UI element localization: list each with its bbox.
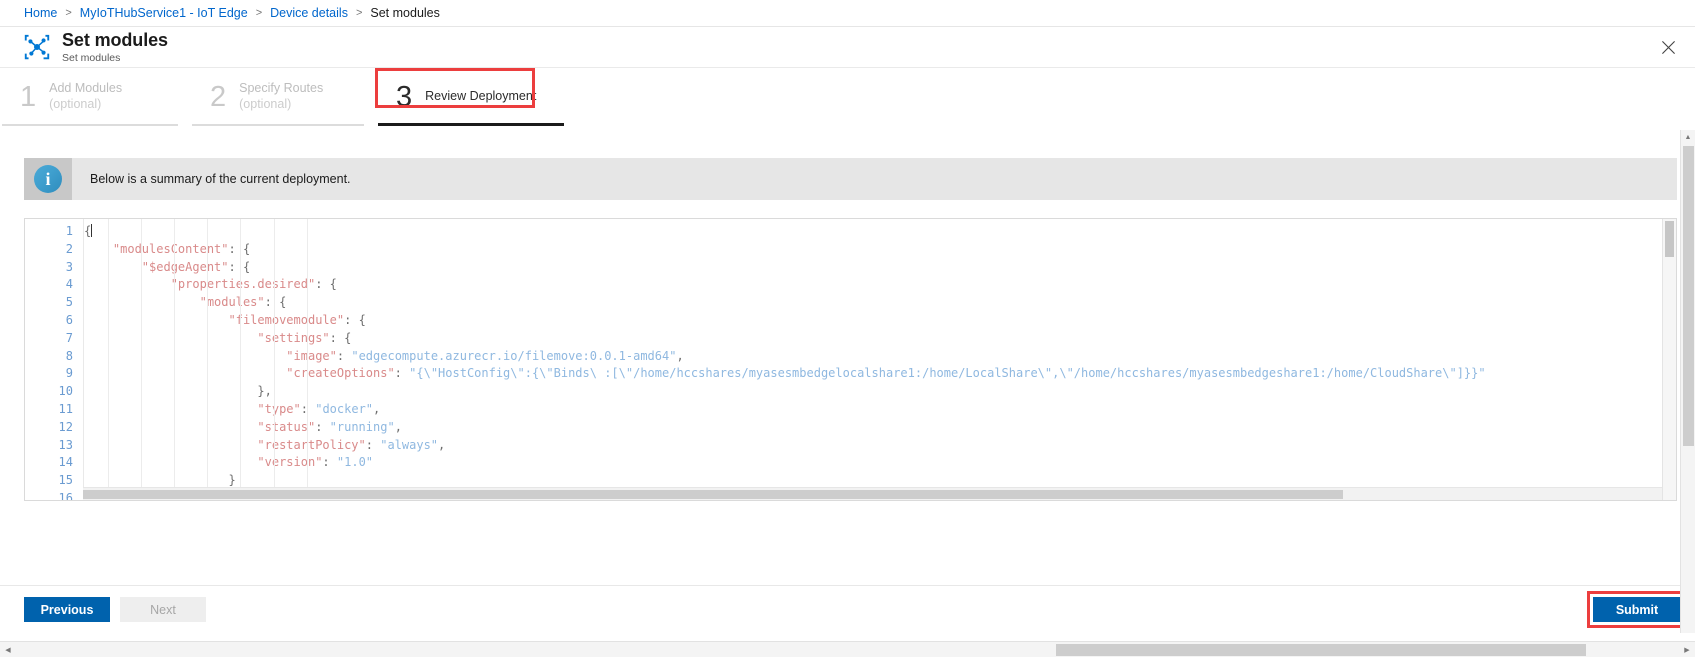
breadcrumb-separator-icon: > <box>65 7 72 19</box>
editor-code-line: }, <box>257 384 272 399</box>
editor-code-line: "image": "edgecompute.azurecr.io/filemov… <box>286 348 684 363</box>
editor-code-line: "modules": { <box>199 295 287 310</box>
editor-line-number: 11 <box>58 401 73 416</box>
editor-line-number: 7 <box>65 330 73 345</box>
editor-code-line: "$edgeAgent": { <box>141 259 251 274</box>
page-title: Set modules <box>62 29 168 50</box>
breadcrumb-item-set-modules: Set modules <box>370 6 440 20</box>
editor-code-line: "filemovemodule": { <box>228 312 366 327</box>
breadcrumb-separator-icon: > <box>355 7 363 19</box>
iot-edge-modules-icon <box>22 32 52 62</box>
editor-line-number: 9 <box>65 366 73 381</box>
wizard-step-label: Review Deployment <box>425 89 537 104</box>
page-subtitle: Set modules <box>62 51 121 64</box>
editor-code-line: "type": "docker", <box>257 401 381 416</box>
info-banner: i Below is a summary of the current depl… <box>24 158 1677 200</box>
scroll-right-icon[interactable]: ▶ <box>1679 646 1695 654</box>
wizard-footer: Previous Next Submit <box>0 585 1695 633</box>
info-banner-message: Below is a summary of the current deploy… <box>90 172 351 186</box>
editor-code-line: "version": "1.0" <box>257 455 374 470</box>
editor-code-line: "properties.desired": { <box>170 277 337 292</box>
editor-code-area[interactable]: { "modulesContent": { "$edgeAgent": { "p… <box>83 219 1676 500</box>
editor-line-number: 3 <box>65 259 73 274</box>
editor-code-line: "settings": { <box>257 330 352 345</box>
editor-line-number: 5 <box>65 295 73 310</box>
editor-line-number: 14 <box>58 455 73 470</box>
breadcrumb-item-home[interactable]: Home <box>24 6 57 20</box>
information-icon-cell: i <box>24 158 72 200</box>
editor-code-line: "status": "running", <box>257 419 402 434</box>
breadcrumb: Home > MyIoTHubService1 - IoT Edge > Dev… <box>0 0 1695 27</box>
editor-line-number: 13 <box>58 437 73 452</box>
editor-code-lines: { "modulesContent": { "$edgeAgent": { "p… <box>84 223 1676 500</box>
breadcrumb-separator-icon: > <box>255 7 263 19</box>
editor-horizontal-scrollbar[interactable] <box>83 487 1662 500</box>
wizard-step-label: Specify Routes <box>239 81 324 96</box>
information-icon: i <box>34 165 62 193</box>
page-horizontal-scrollbar[interactable]: ◀ ▶ <box>0 641 1695 657</box>
blade-title-group: Set modules Set modules <box>62 31 168 64</box>
editor-hscroll-thumb[interactable] <box>83 490 1343 499</box>
scroll-up-icon[interactable]: ▲ <box>1681 130 1695 145</box>
wizard-step-number: 2 <box>210 80 227 113</box>
editor-line-number: 6 <box>65 312 73 327</box>
blade-content: i Below is a summary of the current depl… <box>0 126 1695 501</box>
editor-vertical-scrollbar[interactable] <box>1662 219 1676 500</box>
editor-line-number: 15 <box>58 473 73 488</box>
page-hscroll-thumb[interactable] <box>1056 644 1586 656</box>
editor-line-number: 4 <box>65 277 73 292</box>
previous-button[interactable]: Previous <box>24 597 110 622</box>
wizard-step-number: 1 <box>20 80 37 113</box>
wizard-step-number: 3 <box>396 80 413 113</box>
editor-line-number: 1 <box>65 224 73 238</box>
editor-line-numbers: 1234567891011121314151617 <box>25 219 83 500</box>
wizard-step-sublabel: (optional) <box>49 97 102 111</box>
deployment-json-editor[interactable]: 1234567891011121314151617 { "modulesCont… <box>24 218 1677 501</box>
wizard-step-review-deployment[interactable]: 3 Review Deployment <box>378 68 564 126</box>
editor-line-number: 12 <box>58 419 73 434</box>
scroll-left-icon[interactable]: ◀ <box>0 646 16 654</box>
editor-code-line: "modulesContent": { <box>112 241 251 256</box>
editor-line-number: 16 <box>58 490 73 501</box>
wizard-step-add-modules[interactable]: 1 Add Modules (optional) <box>2 68 192 126</box>
azure-portal-blade: Home > MyIoTHubService1 - IoT Edge > Dev… <box>0 0 1695 657</box>
editor-code-line: { <box>84 224 93 238</box>
editor-code-line: "createOptions": "{\"HostConfig\":{\"Bin… <box>286 366 1486 381</box>
wizard-step-sublabel: (optional) <box>239 97 292 111</box>
page-vscroll-thumb[interactable] <box>1683 146 1694 446</box>
wizard-step-label: Add Modules <box>49 81 123 96</box>
breadcrumb-item-device-details[interactable]: Device details <box>270 6 348 20</box>
editor-vscroll-thumb[interactable] <box>1665 221 1674 257</box>
editor-line-number: 8 <box>65 348 73 363</box>
wizard-steps: 1 Add Modules (optional) 2 Specify Route… <box>0 68 1695 126</box>
editor-line-number: 2 <box>65 241 73 256</box>
editor-line-number: 10 <box>58 384 73 399</box>
page-hscroll-track[interactable] <box>16 642 1679 657</box>
close-icon[interactable] <box>1655 34 1681 60</box>
breadcrumb-item-iothub[interactable]: MyIoTHubService1 - IoT Edge <box>80 6 248 20</box>
blade-header: Set modules Set modules <box>0 27 1695 68</box>
submit-button[interactable]: Submit <box>1593 597 1681 622</box>
next-button[interactable]: Next <box>120 597 206 622</box>
page-vertical-scrollbar[interactable]: ▲ <box>1680 130 1695 633</box>
wizard-step-specify-routes[interactable]: 2 Specify Routes (optional) <box>192 68 378 126</box>
editor-code-line: "restartPolicy": "always", <box>257 437 446 452</box>
